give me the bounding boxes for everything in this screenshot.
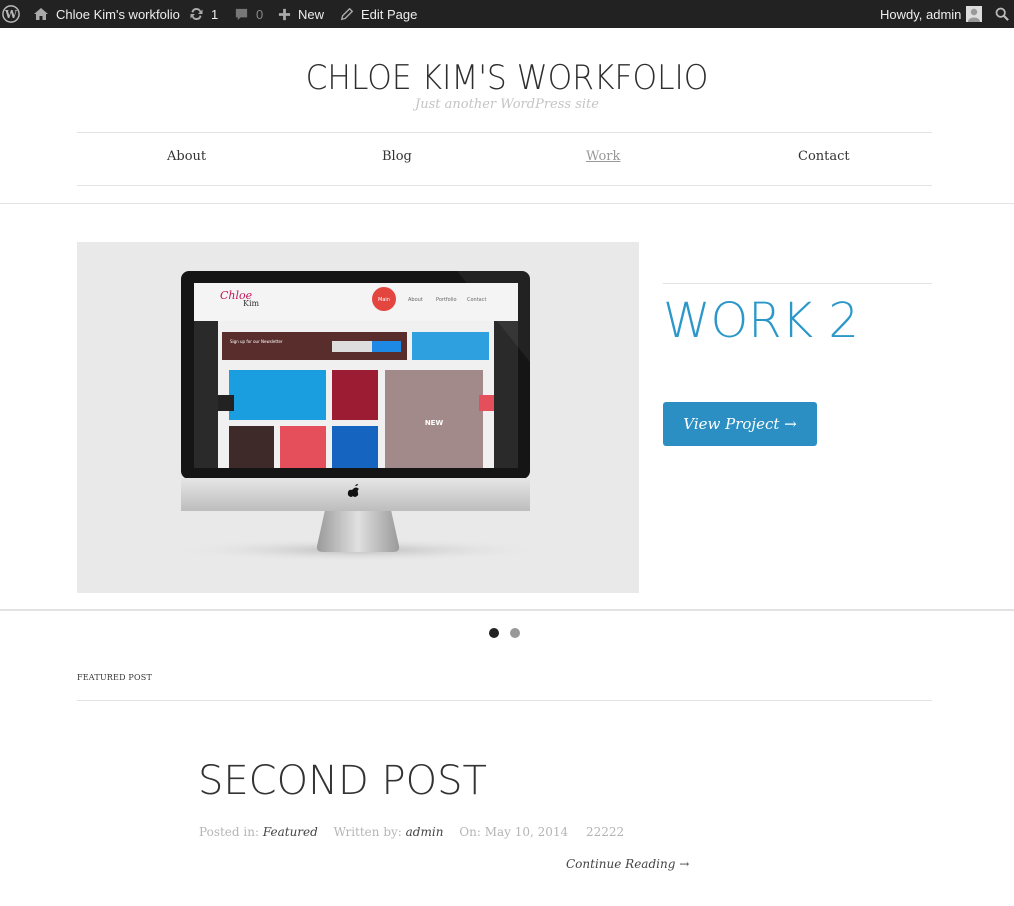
svg-text:W: W — [4, 8, 18, 21]
post-meta: Posted in: Featured Written by: admin On… — [199, 825, 624, 839]
post-author-meta: Written by: admin — [334, 825, 448, 839]
on-label: On: — [459, 825, 481, 839]
site-tagline: Just another WordPress site — [415, 97, 599, 112]
edit-page-link[interactable]: Edit Page — [340, 0, 417, 28]
svg-text:Main: Main — [378, 297, 390, 303]
nav-item-contact[interactable]: Contact — [798, 149, 850, 164]
comment-icon — [235, 8, 248, 20]
site-name-label: Chloe Kim's workfolio — [56, 6, 180, 22]
comments-menu[interactable]: 0 — [234, 0, 263, 28]
post-category-meta: Posted in: Featured — [199, 825, 322, 839]
new-content-menu[interactable]: New — [278, 0, 324, 28]
nav-item-about[interactable]: About — [167, 149, 206, 164]
post-excerpt: 22222 — [586, 825, 625, 839]
slide-title-divider — [663, 283, 932, 284]
account-menu[interactable]: Howdy, admin — [880, 0, 983, 28]
howdy-label: Howdy, admin — [880, 6, 962, 22]
updates-icon — [190, 7, 203, 21]
post-date: May 10, 2014 — [484, 825, 569, 839]
nav-bottom-divider — [77, 185, 932, 186]
avatar — [966, 6, 983, 22]
nav-item-blog[interactable]: Blog — [382, 149, 412, 164]
site-name-menu[interactable]: Chloe Kim's workfolio — [33, 0, 180, 28]
svg-text:Kim: Kim — [243, 299, 260, 308]
comments-count: 0 — [256, 6, 264, 22]
post-author-link[interactable]: admin — [406, 825, 444, 839]
svg-text:About: About — [408, 297, 423, 303]
updates-menu[interactable]: 1 — [188, 0, 218, 28]
nav-top-divider — [77, 132, 932, 133]
slider-dot-1[interactable] — [489, 628, 499, 638]
search-icon[interactable] — [995, 0, 1009, 28]
slider-bottom-divider — [0, 609, 1014, 611]
header-divider — [0, 203, 1014, 204]
site-title[interactable]: CHLOE KIM'S WORKFOLIO — [41, 58, 974, 98]
admin-bar: W Chloe Kim's workfolio 1 0 New Edit Pag… — [0, 0, 1014, 28]
posted-in-label: Posted in: — [199, 825, 259, 839]
view-project-button[interactable]: View Project → — [663, 402, 817, 446]
post-category-link[interactable]: Featured — [263, 825, 318, 839]
slider-dot-2[interactable] — [510, 628, 520, 638]
updates-count: 1 — [211, 6, 219, 22]
plus-icon — [278, 8, 291, 20]
written-by-label: Written by: — [333, 825, 402, 839]
new-label: New — [298, 6, 325, 22]
slide-image[interactable]: Chloe Kim Main About Portfolio Contact S… — [77, 242, 639, 593]
home-icon — [34, 8, 48, 20]
featured-post-heading: FEATURED POST — [77, 673, 152, 682]
imac-mockup-illustration: Chloe Kim Main About Portfolio Contact S… — [168, 271, 548, 562]
svg-text:NEW: NEW — [425, 419, 444, 427]
continue-reading-link[interactable]: Continue Reading → — [566, 857, 689, 871]
slide-title: WORK 2 — [663, 293, 859, 349]
wordpress-logo-icon[interactable]: W — [2, 0, 20, 28]
post-date-meta: On: May 10, 2014 — [459, 825, 572, 839]
edit-page-label: Edit Page — [361, 6, 418, 22]
post-title[interactable]: SECOND POST — [198, 758, 487, 804]
pencil-icon — [340, 7, 354, 21]
svg-text:Portfolio: Portfolio — [436, 297, 457, 303]
svg-text:Sign up for our Newsletter: Sign up for our Newsletter — [230, 339, 283, 344]
nav-item-work[interactable]: Work — [586, 149, 620, 164]
featured-divider — [77, 700, 932, 701]
